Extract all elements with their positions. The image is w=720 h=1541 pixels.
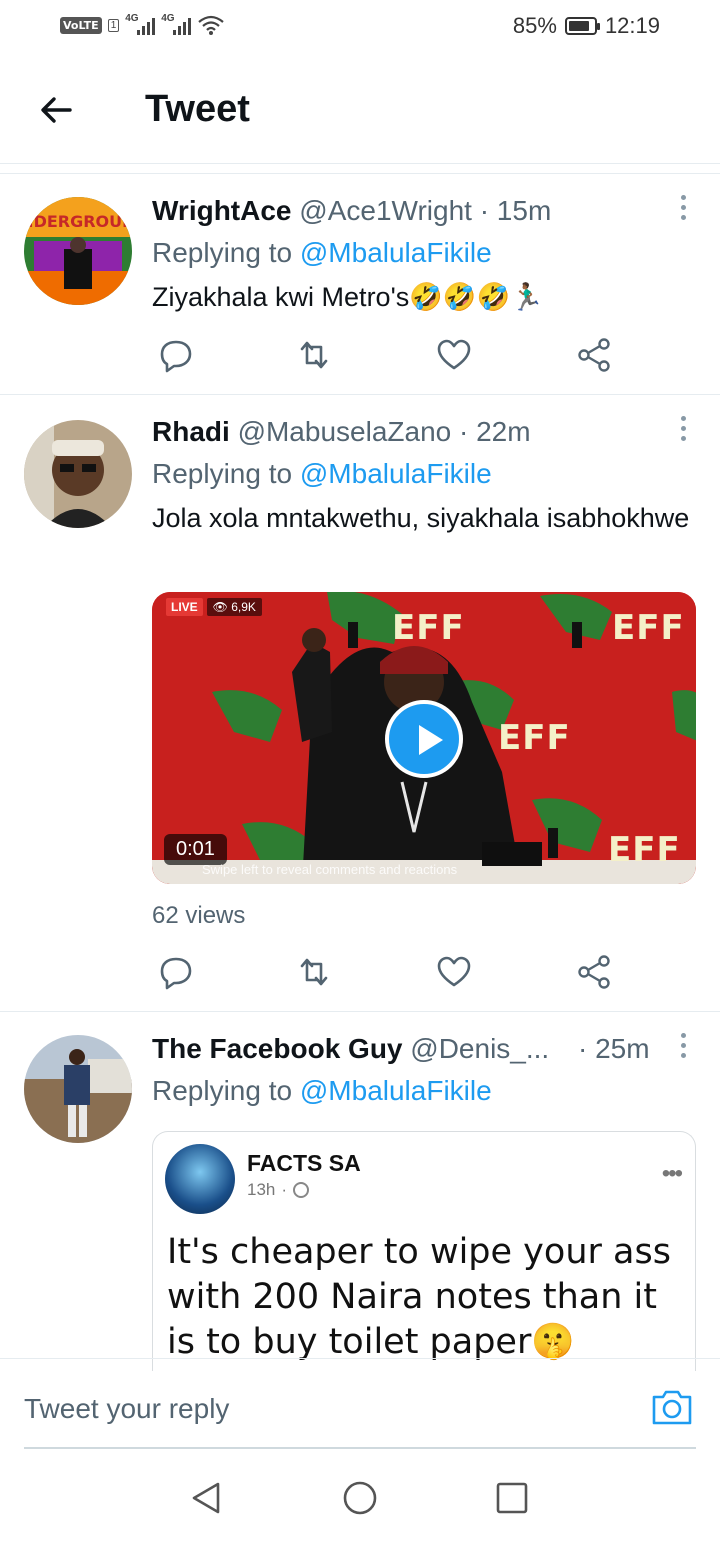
tweet-actions (152, 952, 622, 992)
more-vertical-icon[interactable] (678, 1033, 688, 1063)
display-name[interactable]: The Facebook Guy (152, 1033, 403, 1064)
more-horizontal-icon[interactable]: ••• (662, 1160, 683, 1188)
globe-icon (293, 1182, 310, 1198)
sim-slot: 1 (107, 18, 120, 32)
nav-back-icon[interactable] (186, 1478, 226, 1518)
eff-logo-text: EFF (608, 830, 681, 870)
retweet-icon[interactable] (294, 335, 334, 375)
avatar[interactable]: UNDERGROUND (24, 197, 132, 305)
signal-icon: 4G (161, 13, 192, 35)
system-nav-bar (0, 1450, 720, 1541)
status-bar: VoLTE 1 4G 4G 85% 12:19 (0, 0, 720, 54)
handle: @MabuselaZano (237, 416, 452, 447)
tweet[interactable]: The Facebook Guy @Denis_... · 25m Replyi… (0, 1013, 720, 1371)
mention-link[interactable]: @MbalulaFikile (300, 1075, 492, 1106)
page-title: Tweet (145, 88, 250, 130)
nav-home-icon[interactable] (340, 1478, 380, 1518)
display-name[interactable]: Rhadi (152, 416, 230, 447)
network-type-label: 4G (161, 13, 175, 24)
replying-to: Replying to @MbalulaFikile (152, 456, 696, 492)
timestamp: · 22m (459, 416, 531, 447)
volte-badge: VoLTE (60, 16, 102, 34)
wifi-icon (198, 15, 224, 35)
replying-prefix: Replying to (152, 458, 300, 489)
more-vertical-icon[interactable] (678, 195, 688, 225)
nav-recents-icon[interactable] (492, 1478, 532, 1518)
mention-link[interactable]: @MbalulaFikile (300, 237, 492, 268)
reply-input[interactable]: Tweet your reply (24, 1393, 229, 1425)
battery-fill (568, 21, 590, 31)
timestamp: · 15m (479, 195, 552, 226)
replying-prefix: Replying to (152, 237, 300, 268)
more-vertical-icon[interactable] (678, 416, 688, 446)
tweet-actions (152, 335, 622, 375)
divider (0, 164, 720, 174)
avatar[interactable] (24, 1035, 132, 1143)
tweet-header: Rhadi @MabuselaZano · 22m (152, 414, 696, 450)
tweet[interactable]: UNDERGROUND WrightAce @Ace1Wright · 15m … (0, 175, 720, 395)
signal-icon: 4G (125, 13, 156, 35)
mention-link[interactable]: @MbalulaFikile (300, 458, 492, 489)
quoted-time: 13h (247, 1180, 276, 1199)
tweet-header: WrightAce @Ace1Wright · 15m (152, 193, 696, 229)
eff-logo-text: EFF (612, 608, 685, 648)
swipe-hint: Swipe left to reveal comments and reacti… (202, 862, 458, 877)
reply-underline (24, 1447, 696, 1449)
avatar[interactable] (24, 420, 132, 528)
live-indicator: LIVE 👁 6,9K (166, 598, 262, 616)
app-header: Tweet (0, 60, 720, 164)
live-badge: LIVE (166, 598, 203, 616)
camera-icon[interactable] (650, 1387, 694, 1427)
view-count: 62 views (152, 902, 246, 929)
viewer-count: 👁 6,9K (206, 598, 262, 616)
eff-logo-text: EFF (392, 608, 465, 648)
like-icon[interactable] (434, 952, 474, 992)
replying-to: Replying to @MbalulaFikile (152, 1073, 696, 1109)
like-icon[interactable] (434, 335, 474, 375)
quoted-post[interactable]: FACTS SA 13h · ••• It's cheaper to wipe … (152, 1131, 696, 1371)
quoted-separator: · (281, 1180, 288, 1199)
quoted-avatar (165, 1144, 235, 1214)
replying-prefix: Replying to (152, 1075, 300, 1106)
share-icon[interactable] (574, 952, 614, 992)
video-player[interactable]: EFF EFF EFF EFF LIVE 👁 6,9K 0:01 Swipe l… (152, 592, 696, 884)
network-type-label: 4G (125, 13, 139, 24)
video-duration: 0:01 (164, 834, 227, 865)
quoted-text: It's cheaper to wipe your ass with 200 N… (167, 1232, 671, 1362)
timestamp: · 25m (578, 1033, 650, 1064)
reply-icon[interactable] (156, 952, 196, 992)
tweet-text: Ziyakhala kwi Metro's🤣🤣🤣🏃🏾‍♂️ (152, 282, 544, 312)
battery-percent: 85% (512, 13, 557, 38)
status-left: VoLTE 1 4G 4G (60, 13, 225, 36)
status-right: 85% 12:19 (513, 13, 660, 39)
tweet-text: Jola xola mntakwethu, siyakhala isabhokh… (152, 503, 690, 533)
retweet-icon[interactable] (294, 952, 334, 992)
reply-icon[interactable] (156, 335, 196, 375)
tweet[interactable]: Rhadi @MabuselaZano · 22m Replying to @M… (0, 396, 720, 1012)
svg-text:UNDERGROUND: UNDERGROUND (24, 212, 132, 231)
play-icon[interactable] (385, 700, 463, 778)
clock: 12:19 (604, 13, 660, 38)
back-arrow-icon[interactable] (36, 90, 76, 130)
replying-to: Replying to @MbalulaFikile (152, 235, 696, 271)
eff-logo-text: EFF (498, 718, 571, 758)
handle: @Ace1Wright (299, 195, 472, 226)
handle: @Denis_... (410, 1033, 550, 1064)
quoted-meta: 13h · (247, 1180, 310, 1200)
tweet-header: The Facebook Guy @Denis_... · 25m (152, 1031, 696, 1067)
quoted-name: FACTS SA (247, 1150, 361, 1176)
share-icon[interactable] (574, 335, 614, 375)
battery-icon (564, 17, 600, 35)
display-name[interactable]: WrightAce (152, 195, 292, 226)
reply-bar: Tweet your reply (0, 1358, 720, 1450)
